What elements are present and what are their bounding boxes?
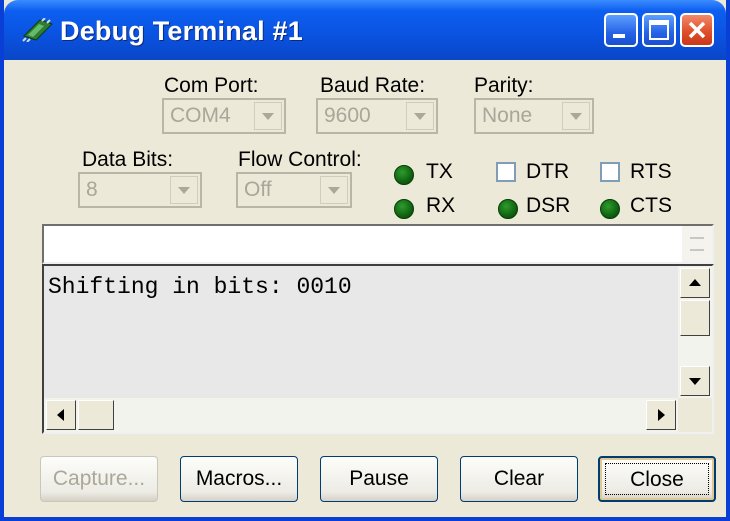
baud-rate-label: Baud Rate: xyxy=(320,74,426,97)
arrow-up-icon xyxy=(689,279,701,286)
window-title: Debug Terminal #1 xyxy=(60,16,303,46)
scroll-left-button[interactable] xyxy=(46,400,76,430)
maximize-button[interactable] xyxy=(642,13,676,47)
arrow-right-icon xyxy=(658,409,665,421)
rx-led-icon xyxy=(394,199,414,219)
transmit-input[interactable] xyxy=(42,224,714,264)
receive-pane[interactable]: Shifting in bits: 0010 xyxy=(42,264,714,434)
tx-led-icon xyxy=(394,165,414,185)
scroll-right-button[interactable] xyxy=(646,400,676,430)
debug-terminal-window: Debug Terminal #1 Com Port: COM4 Baud Ra… xyxy=(0,0,730,521)
horizontal-scrollbar[interactable] xyxy=(44,398,678,432)
flow-control-label: Flow Control: xyxy=(238,148,362,171)
chevron-down-icon xyxy=(328,187,340,194)
chevron-down-icon xyxy=(570,113,582,120)
rts-label: RTS xyxy=(630,160,672,183)
flow-control-dropdown-arrow[interactable] xyxy=(320,176,348,204)
app-icon xyxy=(22,18,53,42)
arrow-left-icon xyxy=(57,409,64,421)
scroll-down-button[interactable] xyxy=(680,366,710,396)
dtr-checkbox[interactable] xyxy=(496,162,516,182)
data-bits-value: 8 xyxy=(86,178,98,201)
data-bits-select[interactable]: 8 xyxy=(78,172,202,208)
dsr-led-icon xyxy=(498,199,518,219)
maximize-icon xyxy=(649,20,669,40)
vertical-scroll-thumb[interactable] xyxy=(680,300,710,336)
flow-control-select[interactable]: Off xyxy=(236,172,352,208)
minimize-icon xyxy=(613,34,625,38)
chevron-down-icon xyxy=(414,113,426,120)
cts-label: CTS xyxy=(630,194,672,217)
com-port-dropdown-arrow[interactable] xyxy=(254,102,282,130)
minimize-button[interactable] xyxy=(604,13,638,47)
close-button[interactable]: Close xyxy=(598,456,716,502)
data-bits-label: Data Bits: xyxy=(82,148,174,171)
parity-select[interactable]: None xyxy=(474,98,594,134)
data-bits-dropdown-arrow[interactable] xyxy=(170,176,198,204)
transmit-scrollbar[interactable] xyxy=(682,226,712,262)
scroll-up-button[interactable] xyxy=(680,268,710,298)
rts-checkbox[interactable] xyxy=(600,162,620,182)
macros-button[interactable]: Macros... xyxy=(180,456,298,502)
clear-button[interactable]: Clear xyxy=(460,456,578,502)
baud-rate-select[interactable]: 9600 xyxy=(316,98,438,134)
close-window-button[interactable] xyxy=(680,13,714,47)
flow-control-value: Off xyxy=(244,178,272,201)
rx-label: RX xyxy=(426,194,456,217)
parity-value: None xyxy=(482,104,533,127)
capture-button[interactable]: Capture... xyxy=(40,456,158,502)
parity-dropdown-arrow[interactable] xyxy=(562,102,590,130)
arrow-down-icon xyxy=(689,378,701,385)
com-port-value: COM4 xyxy=(170,104,231,127)
horizontal-scroll-thumb[interactable] xyxy=(78,400,114,430)
baud-rate-dropdown-arrow[interactable] xyxy=(406,102,434,130)
baud-rate-value: 9600 xyxy=(324,104,371,127)
parity-label: Parity: xyxy=(474,74,534,97)
focus-rectangle xyxy=(605,463,709,495)
chevron-down-icon xyxy=(178,187,190,194)
tx-label: TX xyxy=(426,160,453,183)
receive-text: Shifting in bits: 0010 xyxy=(48,274,352,300)
com-port-label: Com Port: xyxy=(164,74,259,97)
spin-arrows-icon xyxy=(690,237,704,251)
vertical-scrollbar[interactable] xyxy=(678,266,712,398)
cts-led-icon xyxy=(600,199,620,219)
dsr-label: DSR xyxy=(526,194,571,217)
dtr-label: DTR xyxy=(526,160,570,183)
chevron-down-icon xyxy=(262,113,274,120)
com-port-select[interactable]: COM4 xyxy=(162,98,286,134)
pause-button[interactable]: Pause xyxy=(320,456,438,502)
scrollbar-corner xyxy=(678,398,712,432)
close-icon xyxy=(688,21,706,39)
title-bar[interactable]: Debug Terminal #1 xyxy=(4,0,726,60)
